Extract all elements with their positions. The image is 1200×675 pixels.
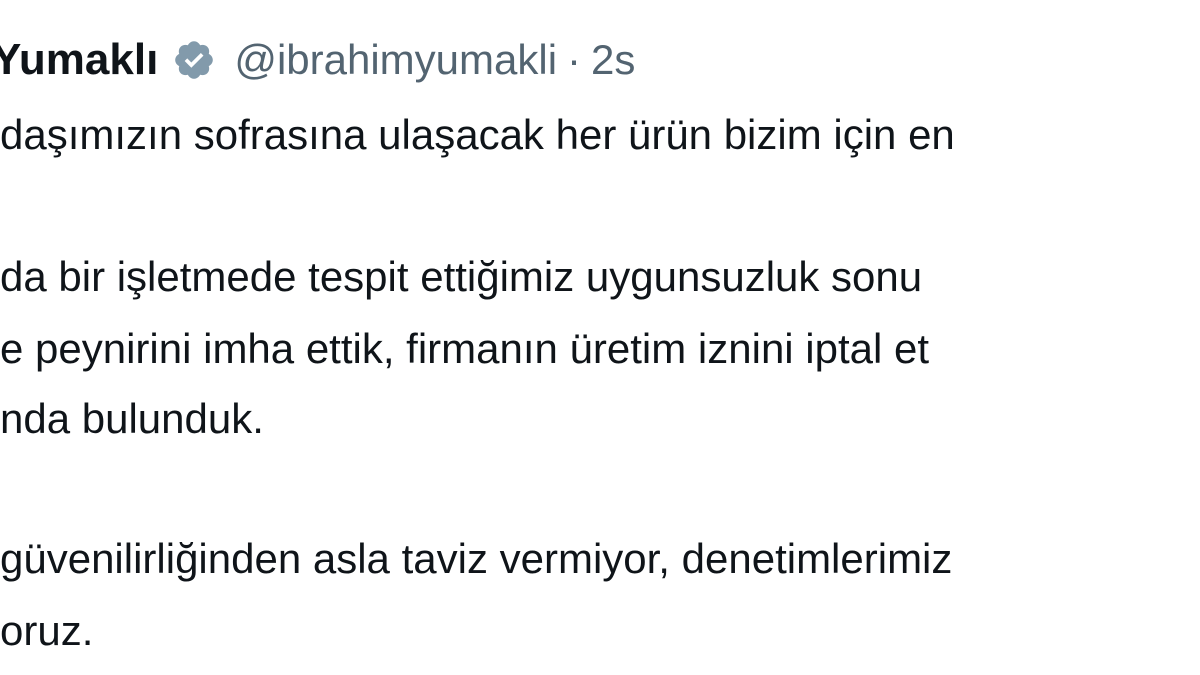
tweet-text-line-5: güvenilirliğinden asla taviz vermiyor, d… <box>0 535 953 582</box>
tweet-text-line-4: nda bulunduk. <box>0 395 264 442</box>
cropped-top-text: ‿ ‿ ‿ ‿ ‿ ‿ ‿ ‿ ‿ <box>0 0 1200 6</box>
tweet-header: Yumaklı @ibrahimyumakli · 2s <box>0 28 635 92</box>
tweet-text-line-6: oruz. <box>0 607 94 654</box>
author-handle[interactable]: @ibrahimyumakli <box>234 36 557 84</box>
verified-badge-icon <box>172 38 216 82</box>
author-name[interactable]: Yumaklı <box>0 35 158 85</box>
meta-separator: · <box>567 36 582 83</box>
tweet-text-line-3: e peynirini imha ettik, firmanın üretim … <box>0 325 930 372</box>
tweet-text-line-1: daşımızın sofrasına ulaşacak her ürün bi… <box>0 111 955 158</box>
tweet-text-line-2: da bir işletmede tespit ettiğimiz uyguns… <box>0 253 923 300</box>
post-time[interactable]: 2s <box>591 36 635 84</box>
